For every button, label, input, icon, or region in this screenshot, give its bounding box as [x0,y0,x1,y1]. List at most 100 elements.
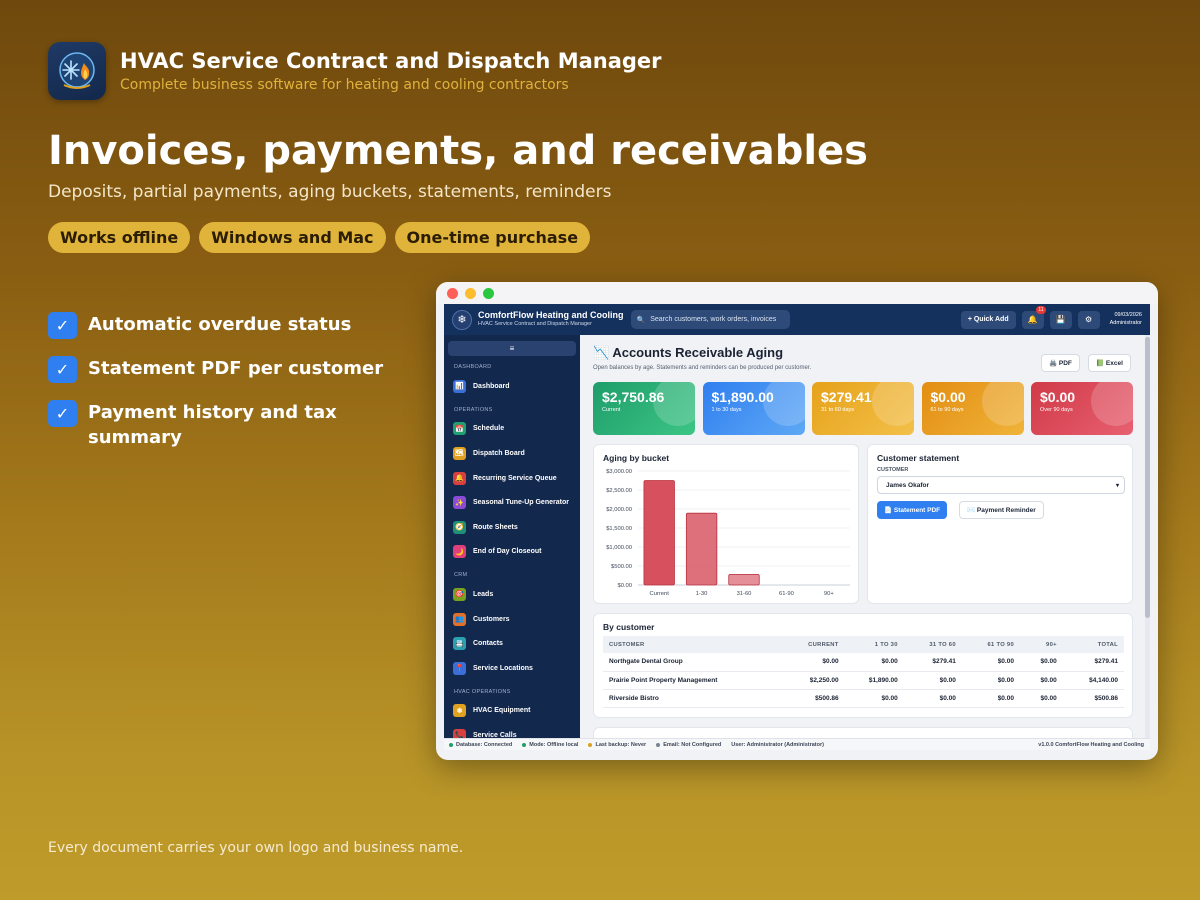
table-row[interactable]: Riverside Bistro $500.86 $0.00 $0.00 $0.00 $0… [603,689,1124,709]
feature-text: Statement PDF per customer [88,358,384,379]
sidebar-item-label: Schedule [473,425,505,433]
table-row[interactable]: Prairie Point Property Management $2,250.… [603,671,1124,690]
status-item: Database: Connected [449,742,512,748]
feature-pills: Works offline Windows and Mac One-time p… [48,222,591,253]
column-header[interactable]: CUSTOMER [603,636,782,653]
customer-select-value: James Okafor [886,481,929,489]
table-cell: $0.00 [1019,653,1063,672]
app-window: ❄ ComfortFlow Heating and Cooling HVAC S… [436,282,1158,760]
sparkle-icon: ✨ [453,496,466,510]
table-row[interactable]: Northgate Dental Group $0.00 $0.00 $279.41 $… [603,653,1124,672]
status-text: Email: Not Configured [663,741,722,748]
sidebar-item-service-locations[interactable]: 📍 Service Locations [444,656,580,681]
check-icon: ✓ [48,356,77,383]
calendar-icon: 📅 [453,422,466,436]
column-header[interactable]: 90+ [1019,636,1063,653]
minimize-window-button[interactable] [465,287,476,299]
customer-select[interactable]: James Okafor ▾ [877,476,1125,494]
status-text: Last backup: Never [595,741,647,748]
column-header[interactable]: 31 TO 60 [903,636,962,653]
kpi-card[interactable]: $0.00 Over 90 days [1031,382,1133,435]
quick-add-button[interactable]: + Quick Add [960,310,1016,329]
status-dot [449,742,453,747]
sidebar-item-dispatch-board[interactable]: 🗺 Dispatch Board [444,441,580,466]
export-excel-button[interactable]: 📗 Excel [1088,354,1131,372]
payment-reminder-button[interactable]: ✉️ Payment Reminder [959,501,1044,519]
y-tick-label: $1,500.00 [606,526,632,532]
brand-title: HVAC Service Contract and Dispatch Manag… [120,49,662,73]
pill-platforms: Windows and Mac [199,222,386,253]
table-cell: $500.86 [1062,689,1124,709]
column-header[interactable]: 1 TO 30 [844,636,904,653]
kpi-card[interactable]: $0.00 61 to 90 days [921,382,1024,435]
hero-subtitle: Deposits, partial payments, aging bucket… [48,182,612,202]
bar[interactable] [685,512,718,586]
table-cell: $0.00 [1019,689,1063,709]
check-icon: ✓ [48,400,77,427]
save-button[interactable]: 💾 [1049,310,1072,329]
sidebar-item-leads[interactable]: 🎯 Leads [444,582,580,607]
status-dot [588,742,593,747]
bar[interactable] [728,573,760,586]
status-dot [522,742,527,747]
close-window-button[interactable] [447,287,458,299]
sidebar-item-end-of-day-closeout[interactable]: 🌙 End of Day Closeout [444,540,580,565]
kpi-value: $0.00 [1040,389,1076,405]
table-cell: $2,250.00 [781,671,845,690]
chart-title: Aging by bucket [603,453,670,463]
app-logo [48,42,106,100]
kpi-label: Current [602,407,621,413]
by-customer-title: By customer [603,622,655,632]
column-header[interactable]: CURRENT [781,636,845,653]
menu-toggle-button[interactable]: ≡ [448,341,576,356]
kpi-card[interactable]: $2,750.86 Current [593,382,695,435]
status-item: Mode: Offline local [522,742,578,748]
target-icon: 🎯 [453,587,466,601]
search-placeholder: Search customers, work orders, invoices [650,316,777,323]
statement-pdf-button[interactable]: 📄 Statement PDF [877,501,948,519]
sidebar-item-label: Customers [473,615,510,623]
kpi-value: $1,890.00 [711,389,774,405]
kpi-card[interactable]: $1,890.00 1 to 30 days [702,382,805,435]
table-cell: Riverside Bistro [603,689,782,709]
kpi-label: Over 90 days [1040,407,1073,413]
snowflake-icon: ❄ [453,704,466,718]
header-date: 09/03/2026 [1114,312,1142,319]
next-card [593,727,1133,738]
search-input[interactable]: 🔍 Search customers, work orders, invoice… [630,310,790,329]
company-logo-icon: ❄ [452,309,472,330]
sidebar-item-route-sheets[interactable]: 🧭 Route Sheets [444,515,580,540]
y-tick-label: $0.00 [617,583,632,589]
column-header[interactable]: TOTAL [1062,636,1124,653]
sidebar-section-title: DASHBOARD [454,364,492,370]
status-user: User: Administrator (Administrator) [731,741,824,748]
pill-purchase: One-time purchase [394,222,591,253]
sidebar-item-dashboard[interactable]: 📊 Dashboard [444,374,580,399]
sidebar-item-hvac-equipment[interactable]: ❄ HVAC Equipment [444,699,580,724]
feature-item: ✓ Payment history and tax summary [48,400,408,450]
sidebar-item-schedule[interactable]: 📅 Schedule [444,417,580,442]
app-header: ❄ ComfortFlow Heating and Cooling HVAC S… [444,304,1150,335]
maximize-window-button[interactable] [483,287,494,299]
kpi-card[interactable]: $279.41 31 to 60 days [812,382,914,435]
table-cell: $0.00 [903,689,962,709]
scrollbar-thumb[interactable] [1145,337,1150,618]
sidebar-item-customers[interactable]: 👥 Customers [444,607,580,632]
sidebar-item-recurring-service-queue[interactable]: 🔔 Recurring Service Queue [444,466,580,491]
table-cell: $279.41 [903,653,962,672]
sidebar-item-label: Contacts [473,640,503,648]
trend-down-icon: 📉 [593,345,610,360]
export-pdf-button[interactable]: 🖨️ PDF [1041,354,1080,372]
save-icon: 💾 [1055,315,1066,324]
pin-icon: 📍 [453,661,466,675]
sidebar-item-seasonal-tune-up-generator[interactable]: ✨ Seasonal Tune-Up Generator [444,490,580,515]
y-tick-label: $2,000.00 [606,507,632,513]
kpi-value: $0.00 [930,389,966,405]
y-tick-label: $1,000.00 [606,545,632,551]
sidebar-item-contacts[interactable]: 📇 Contacts [444,631,580,656]
settings-button[interactable]: ⚙ [1077,310,1100,329]
bar[interactable] [643,480,675,586]
column-header[interactable]: 61 TO 90 [961,636,1020,653]
notifications-button[interactable]: 🔔 11 [1021,305,1046,329]
kpi-value: $279.41 [821,389,872,405]
